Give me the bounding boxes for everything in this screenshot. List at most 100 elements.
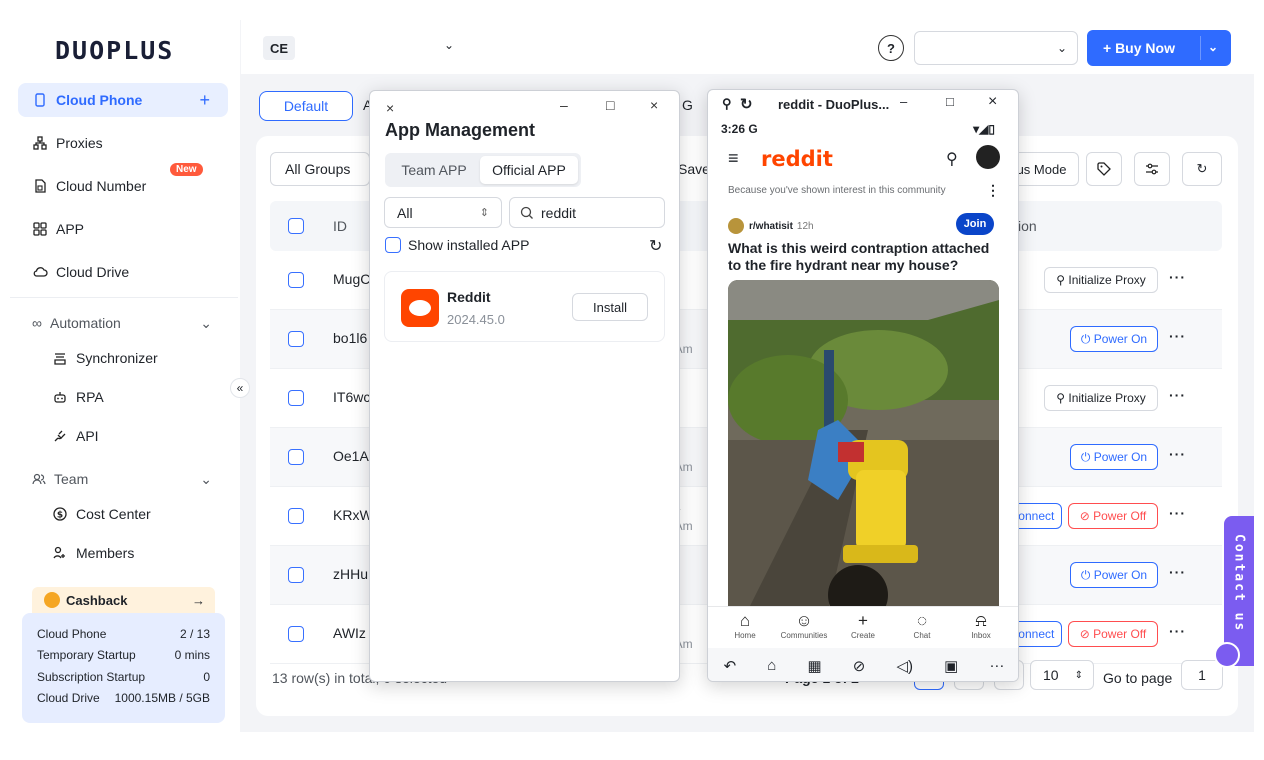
sidebar-item-members[interactable]: Members	[52, 538, 134, 568]
chat-icon[interactable]	[1214, 642, 1240, 668]
power-off-button[interactable]: ⊘ Power Off	[1068, 621, 1158, 647]
group-filter[interactable]: All Groups	[270, 152, 370, 186]
power-on-button[interactable]: ⏻ Power On	[1070, 562, 1158, 588]
team-selector[interactable]: CE	[263, 36, 296, 60]
post-image[interactable]	[728, 280, 999, 610]
app-search-input[interactable]: reddit	[509, 197, 665, 228]
more-actions-icon[interactable]: ···	[1169, 269, 1186, 285]
row-checkbox[interactable]	[288, 390, 304, 406]
maximize-icon[interactable]: □	[606, 97, 614, 113]
show-installed-toggle[interactable]: Show installed APP	[385, 237, 529, 253]
stat-value: 0	[203, 669, 210, 684]
stat-value: 2 / 13	[179, 626, 210, 641]
more-icon[interactable]: ···	[989, 657, 1004, 674]
nav-inbox[interactable]: ⍾ Inbox	[956, 611, 1006, 640]
screen-icon[interactable]: ▣	[944, 657, 958, 675]
power-on-button[interactable]: ⏻ Power On	[1070, 326, 1158, 352]
tag-button[interactable]	[1086, 152, 1122, 186]
goto-label: Go to page	[1103, 670, 1173, 686]
row-checkbox[interactable]	[288, 508, 304, 524]
help-icon[interactable]: ?	[878, 35, 904, 61]
refresh-button[interactable]: ↻	[1182, 152, 1222, 186]
post-subreddit[interactable]: r/whatisit 12h	[728, 218, 814, 234]
sidebar-item-synchronizer[interactable]: Synchronizer	[52, 343, 158, 373]
nav-communities[interactable]: ☺ Communities	[779, 611, 829, 640]
minimize-icon[interactable]: –	[560, 97, 568, 113]
more-actions-icon[interactable]: ···	[1169, 564, 1186, 580]
mute-icon[interactable]: ⊘	[853, 657, 866, 675]
sidebar-group-team[interactable]: Team ⌄	[32, 464, 212, 494]
sidebar-item-cloud-number[interactable]: Cloud Number New	[18, 163, 228, 203]
buy-now-button[interactable]: + Buy Now ⌄	[1087, 30, 1231, 66]
more-actions-icon[interactable]: ···	[1169, 387, 1186, 403]
install-button[interactable]: Install	[572, 293, 648, 321]
goto-page-input[interactable]: 1	[1181, 660, 1223, 690]
avatar[interactable]	[976, 145, 1000, 169]
tab-default[interactable]: Default	[259, 91, 353, 121]
top-select[interactable]: ⌄	[914, 31, 1078, 65]
close-icon[interactable]: ×	[386, 100, 394, 116]
topbar: CE ⌄ ? ⌄ + Buy Now ⌄	[241, 20, 1254, 74]
nav-chat[interactable]: ◌ Chat	[897, 611, 947, 640]
sidebar-group-automation[interactable]: ∞ Automation ⌄	[32, 308, 212, 338]
back-icon[interactable]: ↶	[724, 657, 737, 675]
close-window-icon[interactable]: ×	[650, 97, 658, 113]
join-button[interactable]: Join	[956, 213, 994, 235]
button-label: Power Off	[1093, 627, 1147, 641]
sidebar-item-cost-center[interactable]: $ Cost Center	[52, 499, 151, 529]
page-size-select[interactable]: 10 ⇕	[1030, 660, 1094, 690]
device-id: IT6wc	[333, 389, 371, 405]
contact-us-tab[interactable]: Contact us	[1214, 516, 1254, 668]
row-checkbox[interactable]	[288, 272, 304, 288]
volume-icon[interactable]: ◁)	[896, 657, 913, 675]
sidebar-item-cloud-drive[interactable]: Cloud Drive	[18, 255, 228, 289]
power-on-button[interactable]: ⏻ Power On	[1070, 444, 1158, 470]
add-cloud-phone-button[interactable]: +	[199, 90, 210, 111]
row-checkbox[interactable]	[288, 331, 304, 347]
tab-team-app[interactable]: Team APP	[388, 156, 480, 184]
app-filter-select[interactable]: All ⇕	[384, 197, 502, 228]
pin-icon[interactable]: ⚲	[722, 96, 732, 112]
nav-create[interactable]: + Create	[838, 611, 888, 640]
tab-fragment[interactable]: G	[682, 97, 693, 113]
search-icon[interactable]: ⚲	[946, 149, 958, 169]
sidebar-item-proxies[interactable]: Proxies	[18, 126, 228, 160]
sidebar-item-label: API	[76, 428, 99, 444]
sidebar-item-app[interactable]: APP	[18, 212, 228, 246]
status-bar: 3:26 G ▾◢▯	[721, 122, 1011, 136]
chevron-down-icon[interactable]: ⌄	[444, 38, 454, 52]
more-actions-icon[interactable]: ···	[1169, 328, 1186, 344]
initialize-proxy-button[interactable]: ⚲ Initialize Proxy	[1044, 267, 1158, 293]
more-icon[interactable]: ⋮	[986, 182, 1000, 199]
post-title[interactable]: What is this weird contraption attached …	[728, 240, 1006, 274]
collapse-sidebar-button[interactable]: «	[230, 378, 250, 398]
infinity-icon: ∞	[32, 315, 42, 331]
close-window-icon[interactable]: ×	[988, 93, 997, 111]
sidebar-item-api[interactable]: API	[52, 421, 99, 451]
chevron-down-icon[interactable]: ⌄	[1208, 40, 1218, 54]
row-checkbox[interactable]	[288, 626, 304, 642]
reload-icon[interactable]: ↻	[740, 95, 753, 113]
home-icon[interactable]: ⌂	[767, 657, 776, 674]
maximize-icon[interactable]: □	[946, 94, 954, 109]
nav-home[interactable]: ⌂ Home	[720, 611, 770, 640]
initialize-proxy-button[interactable]: ⚲ Initialize Proxy	[1044, 385, 1158, 411]
apps-grid-icon[interactable]: ▦	[807, 657, 821, 675]
row-checkbox[interactable]	[288, 449, 304, 465]
more-actions-icon[interactable]: ···	[1169, 505, 1186, 521]
refresh-icon[interactable]: ↻	[649, 236, 662, 256]
minimize-icon[interactable]: –	[900, 94, 907, 109]
tab-official-app[interactable]: Official APP	[480, 156, 578, 184]
more-actions-icon[interactable]: ···	[1169, 446, 1186, 462]
sidebar-item-rpa[interactable]: RPA	[52, 382, 104, 412]
more-actions-icon[interactable]: ···	[1169, 623, 1186, 639]
menu-icon[interactable]: ≡	[728, 148, 739, 169]
sidebar-item-cloud-phone[interactable]: Cloud Phone +	[18, 83, 228, 117]
settings-button[interactable]	[1134, 152, 1170, 186]
cashback-banner[interactable]: Cashback →	[32, 587, 215, 613]
row-checkbox[interactable]	[288, 567, 304, 583]
save-fragment[interactable]: Save	[678, 161, 710, 177]
select-all-checkbox[interactable]	[288, 218, 304, 234]
checkbox[interactable]	[385, 237, 401, 253]
power-off-button[interactable]: ⊘ Power Off	[1068, 503, 1158, 529]
